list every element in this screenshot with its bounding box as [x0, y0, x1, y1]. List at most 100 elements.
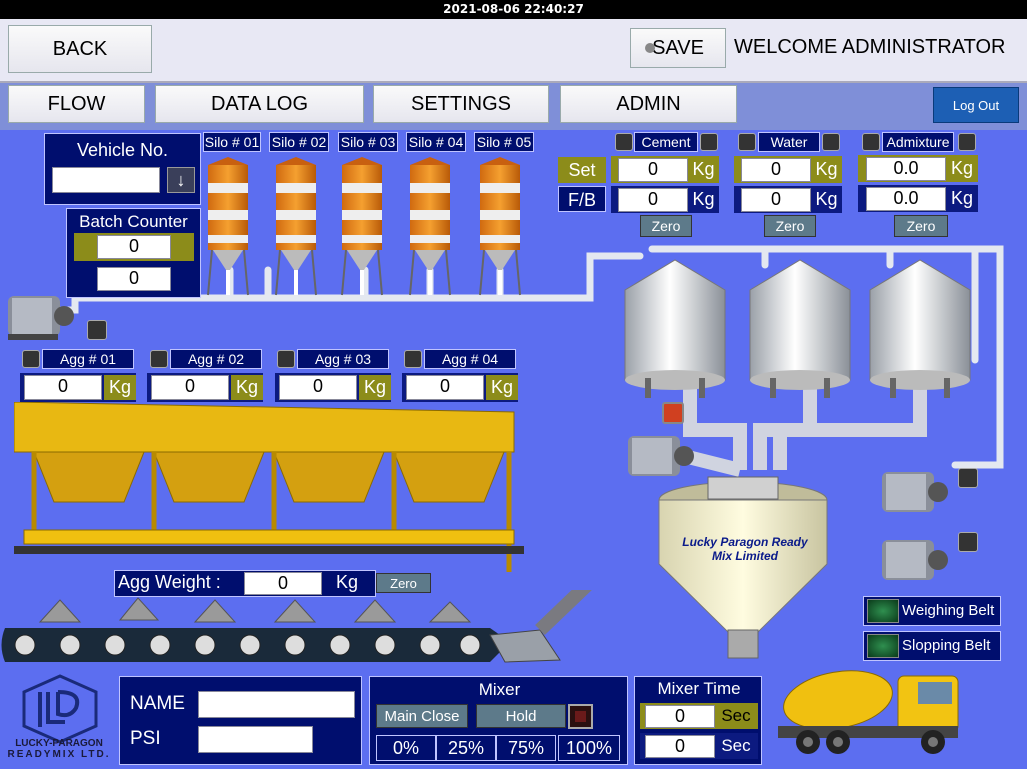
logo-line2: READYMIX LTD.	[7, 749, 111, 760]
nav-settings-button[interactable]: SETTINGS	[373, 85, 549, 123]
mixer-percent-0-button[interactable]: 0%	[376, 735, 436, 761]
arrow-down-icon[interactable]: ↓	[167, 167, 195, 193]
mixer-percent-100-button[interactable]: 100%	[558, 735, 620, 761]
cement-indicator-left	[615, 133, 633, 151]
admixture-fb-value: 0.0	[866, 187, 946, 211]
mixer-truck-graphic	[778, 670, 959, 754]
aggregate-bins-graphic	[14, 402, 524, 572]
cement-fb-unit: Kg	[688, 186, 719, 213]
mixer-time-set-unit: Sec	[721, 706, 751, 725]
pump-motor-2-icon	[882, 540, 948, 580]
water-set-unit: Kg	[811, 156, 842, 183]
back-button[interactable]: BACK	[8, 25, 152, 73]
batch-counter-panel: Batch Counter 0 0	[66, 208, 201, 298]
water-label: Water	[758, 132, 820, 152]
cement-indicator-right	[700, 133, 718, 151]
water-fb-unit: Kg	[811, 186, 842, 213]
agg-4-indicator	[404, 350, 422, 368]
mixer-hopper-graphic	[658, 476, 828, 659]
name-label: NAME	[130, 693, 185, 714]
vehicle-label: Vehicle No.	[76, 140, 169, 160]
slopping-belt-label: Slopping Belt	[902, 637, 991, 654]
batch-info-panel: NAME PSI	[119, 676, 362, 765]
mixer-brand-line1: Lucky Paragon Ready	[682, 535, 808, 549]
nav-admin-label: ADMIN	[616, 92, 681, 115]
admixture-indicator-right	[958, 133, 976, 151]
batch-counter-label: Batch Counter	[79, 212, 188, 231]
nav-data-log-button[interactable]: DATA LOG	[155, 85, 364, 123]
mixer-brand-text: Lucky Paragon Ready Mix Limited	[670, 535, 820, 563]
name-input[interactable]	[198, 691, 355, 718]
admixture-set-value[interactable]: 0.0	[866, 157, 946, 181]
weighing-belt-indicator[interactable]	[867, 599, 899, 623]
silo-label-2: Silo # 02	[269, 132, 329, 152]
admixture-label: Admixture	[882, 132, 954, 152]
agg-4-value: 0	[406, 375, 484, 400]
water-indicator-right	[822, 133, 840, 151]
cement-fb-value: 0	[618, 188, 688, 212]
agg-1-label: Agg # 01	[42, 349, 134, 369]
cement-set-value[interactable]: 0	[618, 158, 688, 182]
mixer-time-set-value[interactable]: 0	[645, 705, 715, 728]
water-fb-value: 0	[741, 188, 811, 212]
mixer-percent-25-button[interactable]: 25%	[436, 735, 496, 761]
batch-counter-set: 0	[97, 235, 171, 259]
nav-admin-button[interactable]: ADMIN	[560, 85, 737, 123]
mixer-time-actual-unit: Sec	[721, 736, 751, 755]
psi-input[interactable]	[198, 726, 313, 753]
agg-3-unit: Kg	[359, 375, 391, 400]
weighing-belt-label: Weighing Belt	[902, 602, 995, 619]
fb-row-label: F/B	[558, 186, 606, 212]
agg-2-unit: Kg	[231, 375, 263, 400]
batch-counter-actual: 0	[97, 267, 171, 291]
water-indicator-left	[738, 133, 756, 151]
silo-label-4: Silo # 04	[406, 132, 466, 152]
mixer-time-actual-value: 0	[645, 735, 715, 758]
agg-4-unit: Kg	[486, 375, 518, 400]
motor-indicator	[87, 320, 107, 340]
datetime-text: 2021-08-06 22:40:27	[443, 2, 584, 16]
agg-1-value: 0	[24, 375, 102, 400]
cement-set-unit: Kg	[688, 156, 719, 183]
nav-data-log-label: DATA LOG	[210, 92, 309, 115]
vehicle-panel: Vehicle No. ↓	[44, 133, 201, 205]
agg-2-value: 0	[151, 375, 229, 400]
hold-button[interactable]: Hold	[476, 704, 566, 728]
cement-silos-graphic	[207, 157, 521, 296]
main-close-button[interactable]: Main Close	[376, 704, 468, 728]
motor-icon	[8, 296, 74, 340]
weighing-tanks-graphic	[624, 259, 971, 398]
nav-flow-button[interactable]: FLOW	[8, 85, 145, 123]
mixer-title: Mixer	[478, 680, 521, 699]
logo-text: LUCKY-PARAGON READYMIX LTD.	[4, 738, 114, 760]
water-zero-button[interactable]: Zero	[764, 215, 816, 237]
save-button[interactable]: SAVE	[630, 28, 726, 68]
logout-button[interactable]: Log Out	[933, 87, 1019, 123]
admixture-fb-unit: Kg	[946, 185, 978, 212]
slopping-belt-indicator[interactable]	[867, 634, 899, 658]
vehicle-input[interactable]	[52, 167, 160, 193]
silo-label-5: Silo # 05	[474, 132, 534, 152]
set-row-label: Set	[558, 157, 606, 183]
pump-2-indicator	[958, 532, 978, 552]
agg-2-label: Agg # 02	[170, 349, 262, 369]
slopping-belt-panel: Slopping Belt	[863, 631, 1001, 661]
water-set-value[interactable]: 0	[741, 158, 811, 182]
conveyor-belt-graphic	[1, 590, 592, 663]
admixture-set-unit: Kg	[946, 155, 978, 182]
agg-3-indicator	[277, 350, 295, 368]
mixer-time-title: Mixer Time	[657, 679, 741, 698]
mixer-time-panel: Mixer Time 0 Sec 0 Sec	[634, 676, 762, 765]
admixture-indicator-left	[862, 133, 880, 151]
agg-3-value: 0	[279, 375, 357, 400]
mixer-alarm-indicator	[662, 402, 684, 424]
mixer-percent-75-button[interactable]: 75%	[496, 735, 556, 761]
cement-label: Cement	[634, 132, 698, 152]
welcome-text: WELCOME ADMINISTRATOR	[734, 36, 1006, 58]
cement-zero-button[interactable]: Zero	[640, 215, 692, 237]
logout-label: Log Out	[952, 97, 1000, 113]
save-indicator-icon	[645, 43, 655, 53]
hold-indicator	[568, 704, 593, 729]
admixture-zero-button[interactable]: Zero	[894, 215, 948, 237]
pump-1-indicator	[958, 468, 978, 488]
